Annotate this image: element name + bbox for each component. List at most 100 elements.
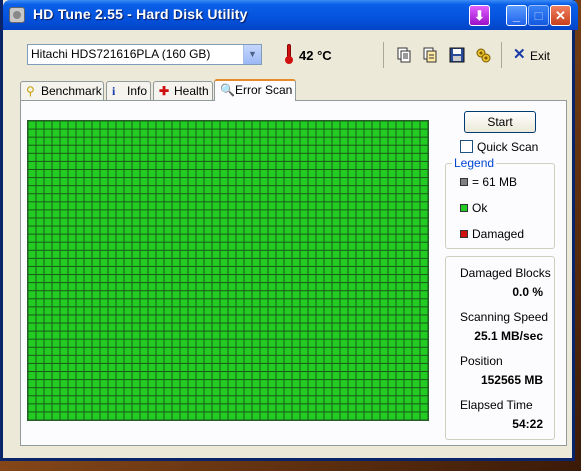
scan-block [132,355,140,363]
scan-block [300,347,308,355]
scan-block [388,234,396,242]
scan-block [324,283,332,291]
maximize-button[interactable]: □ [528,5,549,26]
tab-error-scan[interactable]: 🔍 Error Scan [214,79,296,101]
minimize-button[interactable]: _ [506,5,527,26]
title-bar[interactable]: HD Tune 2.55 - Hard Disk Utility ⬇ _ □ ✕ [3,0,578,30]
scan-block [28,242,36,250]
scan-block [260,194,268,202]
scan-block [116,323,124,331]
scan-block [68,339,76,347]
scan-block [28,145,36,153]
scan-block [292,291,300,299]
scan-block [348,315,356,323]
scan-block [308,396,316,404]
scan-block [260,258,268,266]
copy-info-icon[interactable] [422,47,438,63]
scan-block [156,218,164,226]
scan-block [44,226,52,234]
scan-block [364,315,372,323]
scan-block [324,194,332,202]
scan-block [348,234,356,242]
scan-block [44,275,52,283]
scan-block [212,323,220,331]
close-button[interactable]: ✕ [550,5,571,26]
quick-scan-label[interactable]: Quick Scan [477,140,538,154]
scan-block [188,388,196,396]
scan-block [76,145,84,153]
scan-block [412,347,420,355]
scan-block [396,412,404,420]
scan-block [52,291,60,299]
scan-block [268,202,276,210]
scan-block [252,137,260,145]
tab-benchmark[interactable]: ⚲ Benchmark [20,81,104,100]
scan-block [116,178,124,186]
scan-block [236,234,244,242]
scan-block [92,137,100,145]
scan-block [68,226,76,234]
scan-block [28,202,36,210]
scan-block [132,339,140,347]
scan-block [140,218,148,226]
scan-block [228,226,236,234]
legend-swatch-block-size [460,178,468,186]
legend-ok: Ok [472,201,488,215]
scan-block [348,226,356,234]
scan-block [236,412,244,420]
scan-block [124,226,132,234]
scan-block [404,250,412,258]
scan-block [196,242,204,250]
save-icon[interactable] [449,47,465,63]
exit-button[interactable]: Exit [530,49,550,63]
download-button[interactable]: ⬇ [469,5,490,26]
scan-block [340,129,348,137]
options-icon[interactable] [475,47,491,63]
scan-block [372,194,380,202]
scan-block [244,121,252,129]
scan-block [228,323,236,331]
scan-block [276,283,284,291]
scan-block [316,347,324,355]
scan-block [36,339,44,347]
scan-block [28,161,36,169]
scan-block [332,266,340,275]
start-button[interactable]: Start [464,111,536,133]
scan-block [356,372,364,380]
chevron-down-icon[interactable]: ▼ [243,45,261,64]
scan-block [100,323,108,331]
scan-block [404,275,412,283]
scan-block [260,129,268,137]
scan-block [372,372,380,380]
exit-icon[interactable]: ✕ [513,45,526,63]
tab-health[interactable]: ✚ Health [153,81,213,100]
scan-block [252,307,260,315]
scan-block [44,404,52,412]
scan-block [172,121,180,129]
scan-block [84,250,92,258]
scan-block [52,266,60,275]
copy-text-icon[interactable] [396,47,412,63]
scan-block [228,412,236,420]
scan-block [316,258,324,266]
scan-block [292,161,300,169]
tab-info[interactable]: i Info [106,81,151,100]
scan-block [396,283,404,291]
scan-block [244,178,252,186]
scan-block [116,258,124,266]
scan-block [356,169,364,178]
scan-block [356,266,364,275]
scan-block [260,275,268,283]
scan-block [284,202,292,210]
block-grid [28,121,428,420]
scan-block [164,129,172,137]
scan-block [364,380,372,388]
scan-block [324,412,332,420]
scan-block [52,121,60,129]
scan-block [388,363,396,372]
scan-block [84,234,92,242]
quick-scan-checkbox[interactable] [460,140,473,153]
scan-block [228,258,236,266]
scan-block [76,331,84,339]
drive-select[interactable]: Hitachi HDS721616PLA (160 GB) ▼ [27,44,262,65]
